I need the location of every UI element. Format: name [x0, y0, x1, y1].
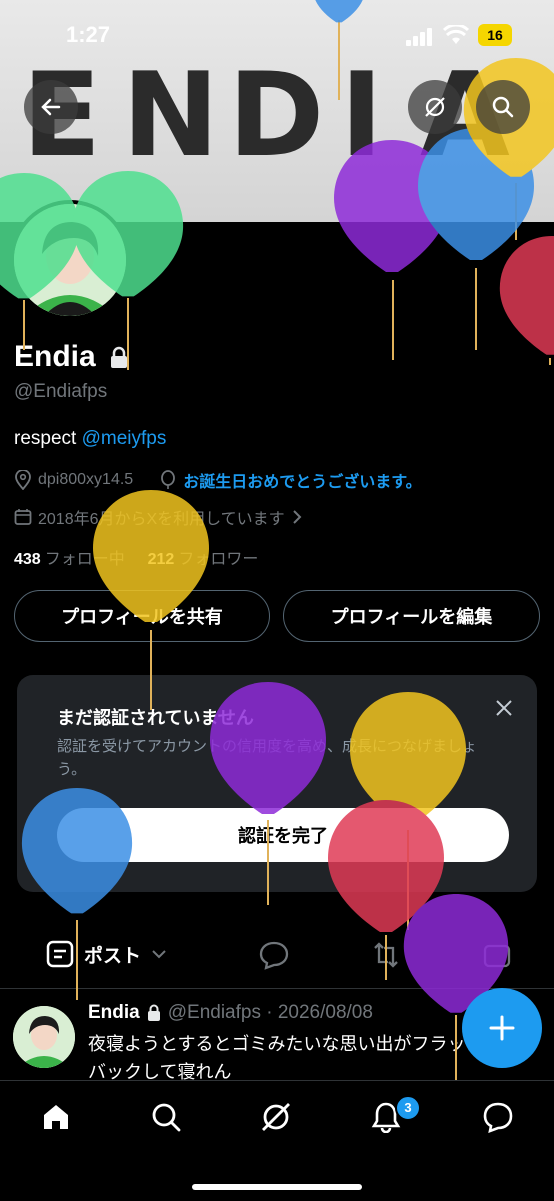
profile-tabs: ポスト [0, 926, 554, 989]
messages-icon[interactable] [482, 1101, 514, 1133]
status-time: 1:27 [66, 22, 111, 47]
grok-button[interactable] [408, 80, 462, 134]
followers-count: 212 [147, 551, 175, 568]
post-author[interactable]: Endia [88, 1002, 140, 1024]
followers-link[interactable]: 212 フォロワー [148, 551, 259, 568]
following-count: 438 [14, 551, 41, 568]
follow-stats: 438 フォロー中 212 フォロワー [14, 545, 258, 569]
followers-label: フォロワー [178, 551, 259, 568]
complete-verification-button[interactable]: 認証を完了 [57, 808, 509, 862]
following-label: フォロー中 [44, 551, 125, 568]
profile-bio: respect @meiyfps [14, 428, 166, 450]
bio-text: respect [14, 428, 82, 449]
bio-mention-link[interactable]: @meiyfps [82, 428, 167, 449]
banner-letter: I [340, 48, 386, 183]
posts-tab-icon [46, 940, 74, 968]
media-tab-icon[interactable] [482, 940, 512, 970]
joined-date-row[interactable]: 2018年6月からXを利用しています [14, 505, 303, 529]
balloon-birthday-icon [161, 470, 176, 489]
calendar-icon [14, 509, 32, 525]
banner-letter: N [122, 48, 222, 183]
post-handle-date: @Endiafps · 2026/08/08 [167, 1002, 373, 1023]
tab-posts-label: ポスト [84, 945, 142, 967]
reply-tab-icon[interactable] [258, 940, 290, 970]
chevron-right-icon [292, 510, 302, 524]
home-indicator [192, 1184, 362, 1190]
repost-tab-icon[interactable] [370, 940, 402, 970]
close-icon[interactable] [495, 699, 513, 717]
notification-badge: 3 [395, 1095, 421, 1121]
search-button[interactable] [476, 80, 530, 134]
chevron-down-icon [152, 950, 166, 959]
grok-icon[interactable] [260, 1101, 292, 1133]
profile-handle: @Endiafps [14, 381, 108, 402]
avatar-illustration [13, 1006, 75, 1068]
arrow-left-icon [41, 98, 61, 116]
location-text: dpi800xy14.5 [38, 471, 134, 488]
home-icon[interactable] [40, 1101, 72, 1133]
verification-title: まだ認証されていません [57, 708, 254, 728]
following-link[interactable]: 438 フォロー中 [14, 551, 125, 568]
birthday-message: お誕生日おめでとうございます。 [183, 474, 422, 491]
lock-icon [111, 346, 127, 368]
back-button[interactable] [24, 80, 78, 134]
banner-letter: D [228, 48, 327, 183]
avatar-illustration [14, 204, 126, 316]
post-text[interactable]: 夜寝ようとするとゴミみたいな思い出がフラッシュバックして寝れん [88, 1030, 518, 1086]
joined-text: 2018年6月からXを利用しています [38, 511, 285, 528]
profile-meta-row: dpi800xy14.5 お誕生日おめでとうございます。 [14, 468, 422, 492]
tab-posts[interactable]: ポスト [46, 940, 167, 968]
bottom-nav: 3 [0, 1080, 554, 1201]
lock-icon [147, 1004, 160, 1021]
edit-profile-button[interactable]: プロフィールを編集 [283, 590, 540, 642]
battery-icon: 16 [478, 24, 512, 46]
wifi-icon [443, 25, 469, 44]
signal-icon [406, 28, 432, 46]
compose-button[interactable] [462, 988, 542, 1068]
verification-description: 認証を受けてアカウントの信用度を高め、成長につなげましょう。 [57, 738, 478, 778]
search-icon [492, 96, 514, 118]
post-avatar[interactable] [13, 1006, 75, 1068]
plus-icon [489, 1015, 515, 1041]
display-name: Endia [14, 340, 96, 373]
profile-avatar[interactable] [10, 200, 130, 320]
grok-icon [425, 97, 445, 117]
verification-card: まだ認証されていません 認証を受けてアカウントの信用度を高め、成長につなげましょ… [17, 675, 537, 892]
share-profile-button[interactable]: プロフィールを共有 [14, 590, 270, 642]
location-pin-icon [15, 470, 31, 490]
post-header: Endia @Endiafps · 2026/08/08 [88, 1002, 373, 1024]
search-icon[interactable] [150, 1101, 182, 1133]
